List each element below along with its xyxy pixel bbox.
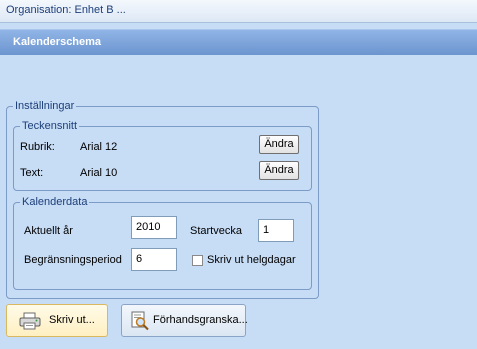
text-font-label: Text: (20, 167, 44, 179)
print-button[interactable]: Skriv ut... (6, 304, 108, 337)
start-week-label: Startvecka (190, 225, 242, 237)
start-week-input[interactable]: 1 (258, 219, 294, 242)
print-preview-icon (130, 311, 150, 334)
settings-panel: Inställningar Teckensnitt Rubrik: Arial … (0, 55, 477, 349)
print-holidays-label[interactable]: Skriv ut helgdagar (207, 254, 296, 266)
organisation-bar: Organisation: Enhet B ... (0, 0, 477, 23)
limit-period-input[interactable]: 6 (131, 248, 177, 271)
current-year-input[interactable]: 2010 (131, 216, 177, 239)
printer-icon (19, 312, 41, 333)
organisation-label[interactable]: Organisation: Enhet B ... (6, 4, 126, 16)
panel-title: Kalenderschema (13, 36, 102, 48)
print-holidays-checkbox[interactable] (192, 255, 203, 266)
panel-header: Kalenderschema (0, 29, 477, 55)
settings-group-legend: Inställningar (13, 100, 77, 112)
current-year-label: Aktuellt år (24, 225, 73, 237)
change-heading-font-button[interactable]: Ändra (259, 135, 299, 154)
limit-period-label: Begränsningsperiod (24, 254, 122, 266)
change-text-font-button[interactable]: Ändra (259, 161, 299, 180)
text-font-value: Arial 10 (80, 167, 118, 179)
heading-font-value: Arial 12 (80, 141, 118, 153)
fonts-group-legend: Teckensnitt (20, 120, 80, 132)
calendar-group-legend: Kalenderdata (20, 196, 90, 208)
print-preview-button[interactable]: Förhandsgranska... (121, 304, 248, 337)
heading-font-label: Rubrik: (20, 141, 55, 153)
print-preview-button-label: Förhandsgranska... (153, 314, 248, 326)
print-button-label: Skriv ut... (49, 314, 95, 326)
